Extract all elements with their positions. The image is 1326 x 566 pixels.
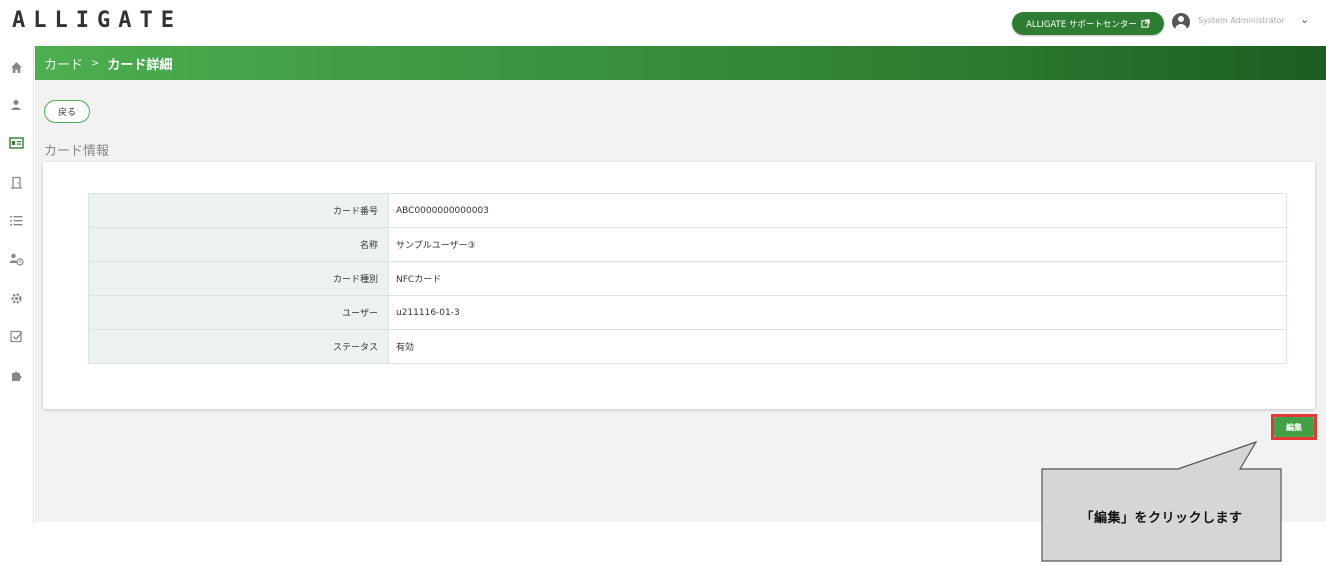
sidebar-item-settings[interactable] [7, 289, 25, 307]
row-value: 有効 [388, 329, 1287, 364]
section-title: カード情報 [44, 144, 110, 159]
list-icon [9, 215, 22, 225]
breadcrumb-parent[interactable]: カード [44, 54, 83, 73]
app-logo[interactable]: ALLIGATE [12, 8, 182, 33]
user-icon [11, 100, 21, 110]
chevron-down-icon[interactable]: ⌄ [1300, 13, 1309, 26]
sidebar [0, 46, 34, 522]
external-link-icon [1141, 19, 1150, 28]
sidebar-item-integrations[interactable] [7, 366, 25, 384]
row-value: ABC0000000000003 [388, 193, 1287, 228]
gear-icon [10, 292, 22, 304]
page-title-bar: カード > カード詳細 [35, 46, 1326, 80]
sidebar-item-home[interactable] [7, 58, 25, 76]
callout-text: 「編集」をクリックします [1080, 510, 1243, 526]
row-value: NFCカード [388, 261, 1287, 296]
table-row: 名称 サンプルユーザー③ [88, 227, 1287, 262]
sidebar-item-users[interactable] [7, 96, 25, 114]
breadcrumb-separator: > [91, 57, 100, 69]
table-row: ユーザー u211116-01-3 [88, 295, 1287, 330]
door-icon [10, 176, 22, 189]
checkbox-icon [9, 330, 22, 342]
home-icon [10, 61, 22, 73]
row-label: ステータス [88, 329, 389, 364]
row-value: サンプルユーザー③ [388, 227, 1287, 262]
sidebar-item-user-history[interactable] [7, 250, 25, 268]
sidebar-item-approvals[interactable] [7, 327, 25, 345]
table-row: カード種別 NFCカード [88, 261, 1287, 296]
support-center-label: ALLIGATE サポートセンター [1026, 19, 1137, 30]
table-row: カード番号 ABC0000000000003 [88, 193, 1287, 228]
back-button[interactable]: 戻る [44, 100, 90, 123]
sidebar-item-doors[interactable] [7, 173, 25, 191]
header: ALLIGATE ALLIGATE サポートセンター System Admini… [0, 0, 1326, 46]
account-icon[interactable] [1172, 13, 1190, 31]
support-center-button[interactable]: ALLIGATE サポートセンター [1012, 12, 1164, 35]
table-row: ステータス 有効 [88, 329, 1287, 364]
row-label: 名称 [88, 227, 389, 262]
user-history-icon [9, 253, 24, 266]
row-value: u211116-01-3 [388, 295, 1287, 330]
user-name[interactable]: System Administrator [1198, 16, 1285, 25]
card-icon [8, 137, 24, 149]
row-label: カード種別 [88, 261, 389, 296]
card-info-table: カード番号 ABC0000000000003 名称 サンプルユーザー③ カード種… [88, 193, 1287, 364]
page-title: カード詳細 [107, 57, 173, 73]
sidebar-item-logs[interactable] [7, 211, 25, 229]
row-label: カード番号 [88, 193, 389, 228]
sidebar-item-cards[interactable] [7, 134, 25, 152]
puzzle-icon [11, 371, 21, 381]
card-info-panel: カード番号 ABC0000000000003 名称 サンプルユーザー③ カード種… [43, 162, 1315, 409]
row-label: ユーザー [88, 295, 389, 330]
